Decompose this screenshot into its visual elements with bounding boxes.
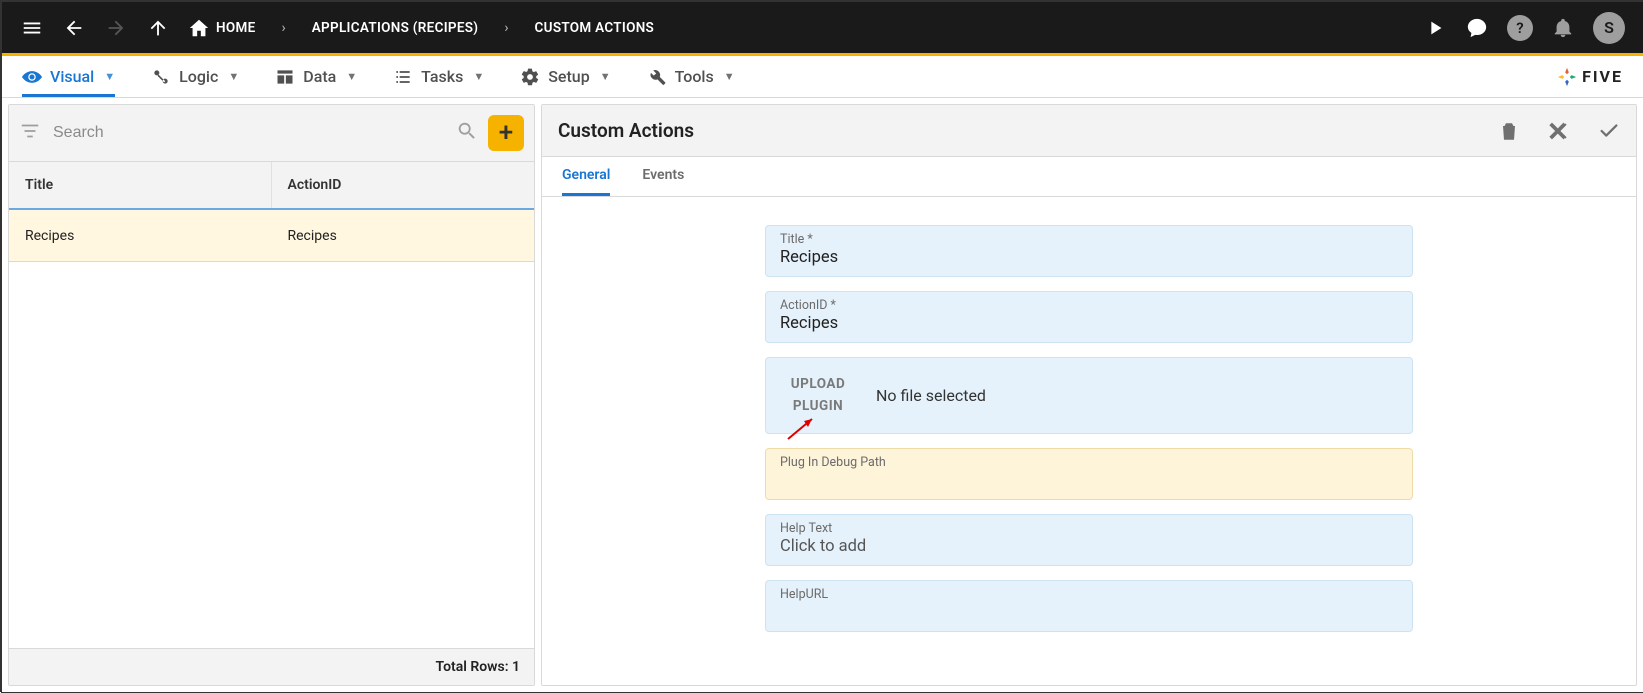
breadcrumb-custom-actions[interactable]: CUSTOM ACTIONS (535, 20, 655, 36)
field-title-value: Recipes (780, 248, 1398, 268)
home-icon (188, 17, 210, 39)
bell-icon[interactable] (1551, 16, 1575, 40)
search-icon[interactable] (456, 120, 478, 146)
tasks-icon (393, 67, 413, 87)
avatar[interactable]: S (1593, 12, 1625, 44)
search-input[interactable] (51, 123, 446, 143)
menu-data-label: Data (303, 67, 336, 86)
help-icon[interactable]: ? (1507, 15, 1533, 41)
menu-tasks[interactable]: Tasks ▼ (393, 56, 484, 97)
add-button[interactable]: + (488, 115, 524, 151)
nav-back-icon[interactable] (62, 16, 86, 40)
logic-icon (151, 67, 171, 87)
brand-logo: FIVE (1556, 66, 1623, 88)
breadcrumb-home-label: HOME (216, 20, 256, 36)
caret-icon: ▼ (228, 70, 239, 83)
run-icon[interactable] (1423, 16, 1447, 40)
breadcrumb-sep: › (496, 20, 516, 36)
breadcrumb-custom-actions-label: CUSTOM ACTIONS (535, 20, 655, 36)
brand-icon (1556, 66, 1578, 88)
caret-icon: ▼ (346, 70, 357, 83)
footer-count: 1 (512, 659, 520, 675)
list-column-headers: Title ActionID (9, 162, 534, 208)
toolbar: Visual ▼ Logic ▼ Data ▼ Tasks ▼ Setup ▼ … (2, 56, 1643, 98)
upload-status: No file selected (876, 386, 986, 405)
tab-general[interactable]: General (562, 167, 610, 196)
upload-label-1: UPLOAD (780, 374, 856, 396)
field-helptext-label: Help Text (780, 521, 1398, 536)
nav-forward-icon (104, 16, 128, 40)
brand-text: FIVE (1582, 67, 1623, 86)
chat-icon[interactable] (1465, 16, 1489, 40)
caret-icon: ▼ (600, 70, 611, 83)
field-helpurl-label: HelpURL (780, 587, 1398, 602)
field-title-label: Title * (780, 232, 1398, 247)
tab-events[interactable]: Events (642, 167, 684, 196)
cell-title: Recipes (9, 210, 272, 261)
col-header-actionid[interactable]: ActionID (272, 162, 535, 208)
annotation-arrow (784, 415, 818, 445)
tabs: General Events (542, 157, 1636, 197)
field-actionid[interactable]: ActionID * Recipes (765, 291, 1413, 343)
footer-label: Total Rows: (436, 659, 509, 675)
upload-plugin-button[interactable]: UPLOAD PLUGIN (780, 374, 856, 417)
filter-icon[interactable] (19, 120, 41, 146)
breadcrumb-applications-label: APPLICATIONS (RECIPES) (312, 20, 479, 36)
breadcrumb-home[interactable]: HOME (188, 17, 256, 39)
menu-tools-label: Tools (675, 67, 714, 86)
breadcrumb-applications[interactable]: APPLICATIONS (RECIPES) (312, 20, 479, 36)
col-header-title[interactable]: Title (9, 162, 272, 208)
close-icon[interactable] (1548, 120, 1570, 142)
menu-setup[interactable]: Setup ▼ (520, 56, 610, 97)
field-helptext-value: Click to add (780, 537, 1398, 557)
help-glyph: ? (1516, 19, 1523, 37)
menu-visual-label: Visual (50, 67, 94, 86)
menu-visual[interactable]: Visual ▼ (22, 56, 115, 97)
tools-icon (647, 67, 667, 87)
field-upload-plugin[interactable]: UPLOAD PLUGIN No file selected (765, 357, 1413, 434)
menu-logic[interactable]: Logic ▼ (151, 56, 239, 97)
gear-icon (520, 67, 540, 87)
breadcrumb-sep: › (274, 20, 294, 36)
table-icon (275, 67, 295, 87)
field-help-url[interactable]: HelpURL (765, 580, 1413, 632)
field-debug-label: Plug In Debug Path (780, 455, 1398, 470)
nav-up-icon[interactable] (146, 16, 170, 40)
detail-header: Custom Actions (542, 105, 1636, 157)
menu-setup-label: Setup (548, 67, 589, 86)
caret-icon: ▼ (473, 70, 484, 83)
form-area: Title * Recipes ActionID * Recipes UPLOA… (542, 197, 1636, 685)
list-row[interactable]: Recipes Recipes (9, 208, 534, 262)
list-footer: Total Rows: 1 (9, 648, 534, 685)
list-body: Recipes Recipes (9, 208, 534, 648)
menu-tasks-label: Tasks (421, 67, 463, 86)
menu-tools[interactable]: Tools ▼ (647, 56, 735, 97)
field-actionid-label: ActionID * (780, 298, 1398, 313)
panel-title: Custom Actions (558, 119, 694, 142)
field-helpurl-value (780, 603, 1398, 623)
topbar: HOME › APPLICATIONS (RECIPES) › CUSTOM A… (2, 2, 1643, 56)
cell-actionid: Recipes (272, 210, 535, 261)
eye-icon (22, 67, 42, 87)
caret-icon: ▼ (104, 70, 115, 83)
main: + Title ActionID Recipes Recipes Total R… (2, 98, 1643, 692)
avatar-initial: S (1604, 18, 1614, 37)
field-help-text[interactable]: Help Text Click to add (765, 514, 1413, 566)
menu-data[interactable]: Data ▼ (275, 56, 357, 97)
field-debug-value (780, 471, 1398, 491)
upload-label-2: PLUGIN (780, 396, 856, 418)
confirm-icon[interactable] (1598, 120, 1620, 142)
caret-icon: ▼ (724, 70, 735, 83)
hamburger-icon[interactable] (20, 16, 44, 40)
list-header: + (9, 105, 534, 162)
detail-panel: Custom Actions General Events Title * Re… (541, 104, 1637, 686)
menu-logic-label: Logic (179, 67, 218, 86)
list-panel: + Title ActionID Recipes Recipes Total R… (8, 104, 535, 686)
field-debug-path[interactable]: Plug In Debug Path (765, 448, 1413, 500)
field-actionid-value: Recipes (780, 314, 1398, 334)
field-title[interactable]: Title * Recipes (765, 225, 1413, 277)
delete-icon[interactable] (1498, 120, 1520, 142)
